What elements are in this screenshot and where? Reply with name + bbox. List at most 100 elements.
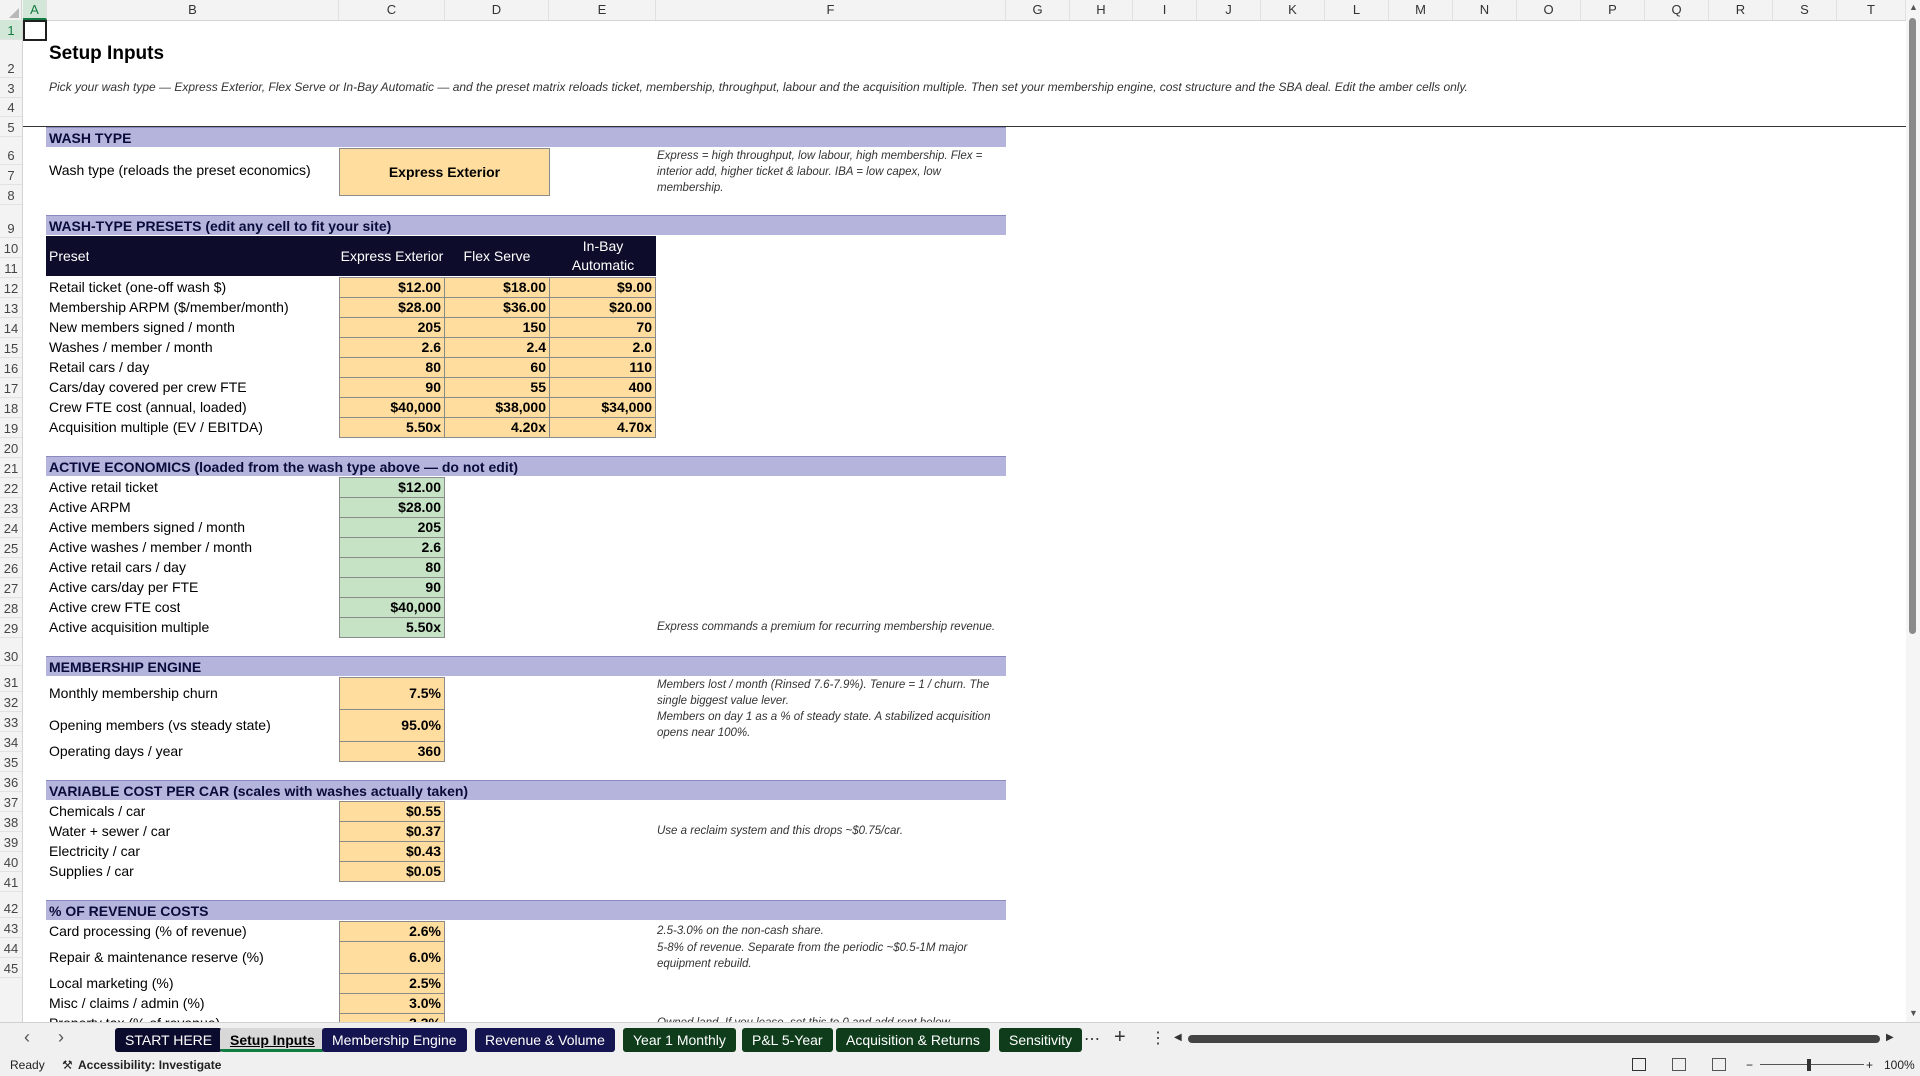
- row-header-41[interactable]: 41: [0, 872, 22, 892]
- preset-iba-value[interactable]: 2.0: [549, 337, 656, 358]
- row-header-7[interactable]: 7: [0, 165, 22, 185]
- row-header-34[interactable]: 34: [0, 732, 22, 752]
- row-header-6[interactable]: 6: [0, 137, 22, 165]
- variable-row-value[interactable]: $0.05: [339, 861, 445, 882]
- row-header-42[interactable]: 42: [0, 892, 22, 918]
- row-header-10[interactable]: 10: [0, 238, 22, 258]
- row-header-43[interactable]: 43: [0, 918, 22, 938]
- row-header-37[interactable]: 37: [0, 792, 22, 812]
- page-layout-icon[interactable]: [1672, 1058, 1686, 1071]
- preset-flex-value[interactable]: 150: [444, 317, 550, 338]
- row-header-35[interactable]: 35: [0, 752, 22, 772]
- column-header-r[interactable]: R: [1709, 0, 1773, 20]
- preset-flex-value[interactable]: 4.20x: [444, 417, 550, 438]
- hscroll-right-icon[interactable]: ▶: [1886, 1032, 1894, 1043]
- row-header-26[interactable]: 26: [0, 558, 22, 578]
- normal-view-icon[interactable]: [1632, 1058, 1646, 1071]
- column-header-h[interactable]: H: [1070, 0, 1133, 20]
- row-header-1[interactable]: 1: [0, 20, 22, 40]
- variable-row-value[interactable]: $0.37: [339, 821, 445, 842]
- row-header-40[interactable]: 40: [0, 852, 22, 872]
- row-header-5[interactable]: 5: [0, 117, 22, 137]
- column-header-c[interactable]: C: [339, 0, 445, 20]
- sheet-tab-start-here[interactable]: START HERE: [115, 1028, 223, 1052]
- preset-iba-value[interactable]: 400: [549, 377, 656, 398]
- preset-iba-value[interactable]: $9.00: [549, 277, 656, 298]
- column-header-m[interactable]: M: [1389, 0, 1453, 20]
- column-header-k[interactable]: K: [1261, 0, 1325, 20]
- preset-flex-value[interactable]: $18.00: [444, 277, 550, 298]
- preset-express-value[interactable]: 5.50x: [339, 417, 445, 438]
- more-tabs-icon[interactable]: ⋯: [1084, 1029, 1100, 1049]
- membership-row-value[interactable]: 7.5%: [339, 677, 445, 710]
- sheet-tab-sensitivity[interactable]: Sensitivity: [999, 1028, 1083, 1052]
- sheet-tab-membership-engine[interactable]: Membership Engine: [322, 1028, 467, 1052]
- spreadsheet-grid[interactable]: ABCDEFGHIJKLMNOPQRST 1 2 3 4 5 6 7 8 9 10 11 12 13 14…: [0, 0, 1906, 1022]
- row-header-11[interactable]: 11: [0, 258, 22, 278]
- row-header-32[interactable]: 32: [0, 692, 22, 712]
- zoom-slider-thumb[interactable]: [1807, 1059, 1811, 1071]
- membership-row-value[interactable]: 95.0%: [339, 709, 445, 742]
- row-header-9[interactable]: 9: [0, 205, 22, 238]
- column-header-p[interactable]: P: [1581, 0, 1645, 20]
- variable-row-value[interactable]: $0.55: [339, 801, 445, 822]
- row-header-15[interactable]: 15: [0, 338, 22, 358]
- row-header-24[interactable]: 24: [0, 518, 22, 538]
- row-header-36[interactable]: 36: [0, 772, 22, 792]
- column-header-q[interactable]: Q: [1645, 0, 1709, 20]
- zoom-level[interactable]: 100%: [1884, 1054, 1915, 1076]
- row-header-16[interactable]: 16: [0, 358, 22, 378]
- preset-express-value[interactable]: $40,000: [339, 397, 445, 418]
- zoom-slider[interactable]: [1760, 1064, 1864, 1065]
- select-all-corner[interactable]: [0, 0, 22, 20]
- preset-flex-value[interactable]: $38,000: [444, 397, 550, 418]
- scroll-down-icon[interactable]: ▼: [1909, 1008, 1918, 1018]
- revenue-cost-row-value[interactable]: 2.6%: [339, 921, 445, 942]
- sheet-tab-revenue-volume[interactable]: Revenue & Volume: [475, 1028, 615, 1052]
- row-header-22[interactable]: 22: [0, 478, 22, 498]
- row-header-17[interactable]: 17: [0, 378, 22, 398]
- column-header-n[interactable]: N: [1453, 0, 1517, 20]
- preset-express-value[interactable]: $12.00: [339, 277, 445, 298]
- revenue-cost-row-value[interactable]: 2.5%: [339, 973, 445, 994]
- add-sheet-icon[interactable]: +: [1114, 1026, 1126, 1049]
- row-header-39[interactable]: 39: [0, 832, 22, 852]
- row-header-27[interactable]: 27: [0, 578, 22, 598]
- zoom-in-icon[interactable]: +: [1866, 1054, 1873, 1076]
- column-header-i[interactable]: I: [1133, 0, 1197, 20]
- preset-flex-value[interactable]: 55: [444, 377, 550, 398]
- row-header-44[interactable]: 44: [0, 938, 22, 958]
- active-cell-a1[interactable]: [23, 20, 47, 41]
- row-header-38[interactable]: 38: [0, 812, 22, 832]
- sheet-tab-p-l-5-year[interactable]: P&L 5-Year: [742, 1028, 833, 1052]
- sheet-menu-icon[interactable]: ⋮: [1150, 1028, 1166, 1048]
- column-header-a[interactable]: A: [23, 0, 47, 20]
- preset-iba-value[interactable]: $34,000: [549, 397, 656, 418]
- row-header-13[interactable]: 13: [0, 298, 22, 318]
- preset-express-value[interactable]: 90: [339, 377, 445, 398]
- zoom-out-icon[interactable]: −: [1746, 1054, 1753, 1076]
- column-header-e[interactable]: E: [549, 0, 656, 20]
- preset-flex-value[interactable]: $36.00: [444, 297, 550, 318]
- column-header-f[interactable]: F: [656, 0, 1006, 20]
- row-header-28[interactable]: 28: [0, 598, 22, 618]
- column-header-t[interactable]: T: [1837, 0, 1906, 20]
- row-header-23[interactable]: 23: [0, 498, 22, 518]
- row-header-14[interactable]: 14: [0, 318, 22, 338]
- preset-express-value[interactable]: 2.6: [339, 337, 445, 358]
- preset-express-value[interactable]: 205: [339, 317, 445, 338]
- row-header-33[interactable]: 33: [0, 712, 22, 732]
- row-header-8[interactable]: 8: [0, 185, 22, 205]
- hscroll-left-icon[interactable]: ◀: [1174, 1032, 1182, 1043]
- row-header-18[interactable]: 18: [0, 398, 22, 418]
- column-header-s[interactable]: S: [1773, 0, 1837, 20]
- column-header-d[interactable]: D: [445, 0, 549, 20]
- row-header-20[interactable]: 20: [0, 438, 22, 458]
- vertical-scrollbar[interactable]: ▲ ▼: [1906, 0, 1920, 1022]
- variable-row-value[interactable]: $0.43: [339, 841, 445, 862]
- revenue-cost-row-value[interactable]: 6.0%: [339, 941, 445, 974]
- preset-iba-value[interactable]: 110: [549, 357, 656, 378]
- column-header-g[interactable]: G: [1006, 0, 1070, 20]
- horizontal-scroll-thumb[interactable]: [1188, 1035, 1880, 1043]
- row-header-12[interactable]: 12: [0, 278, 22, 298]
